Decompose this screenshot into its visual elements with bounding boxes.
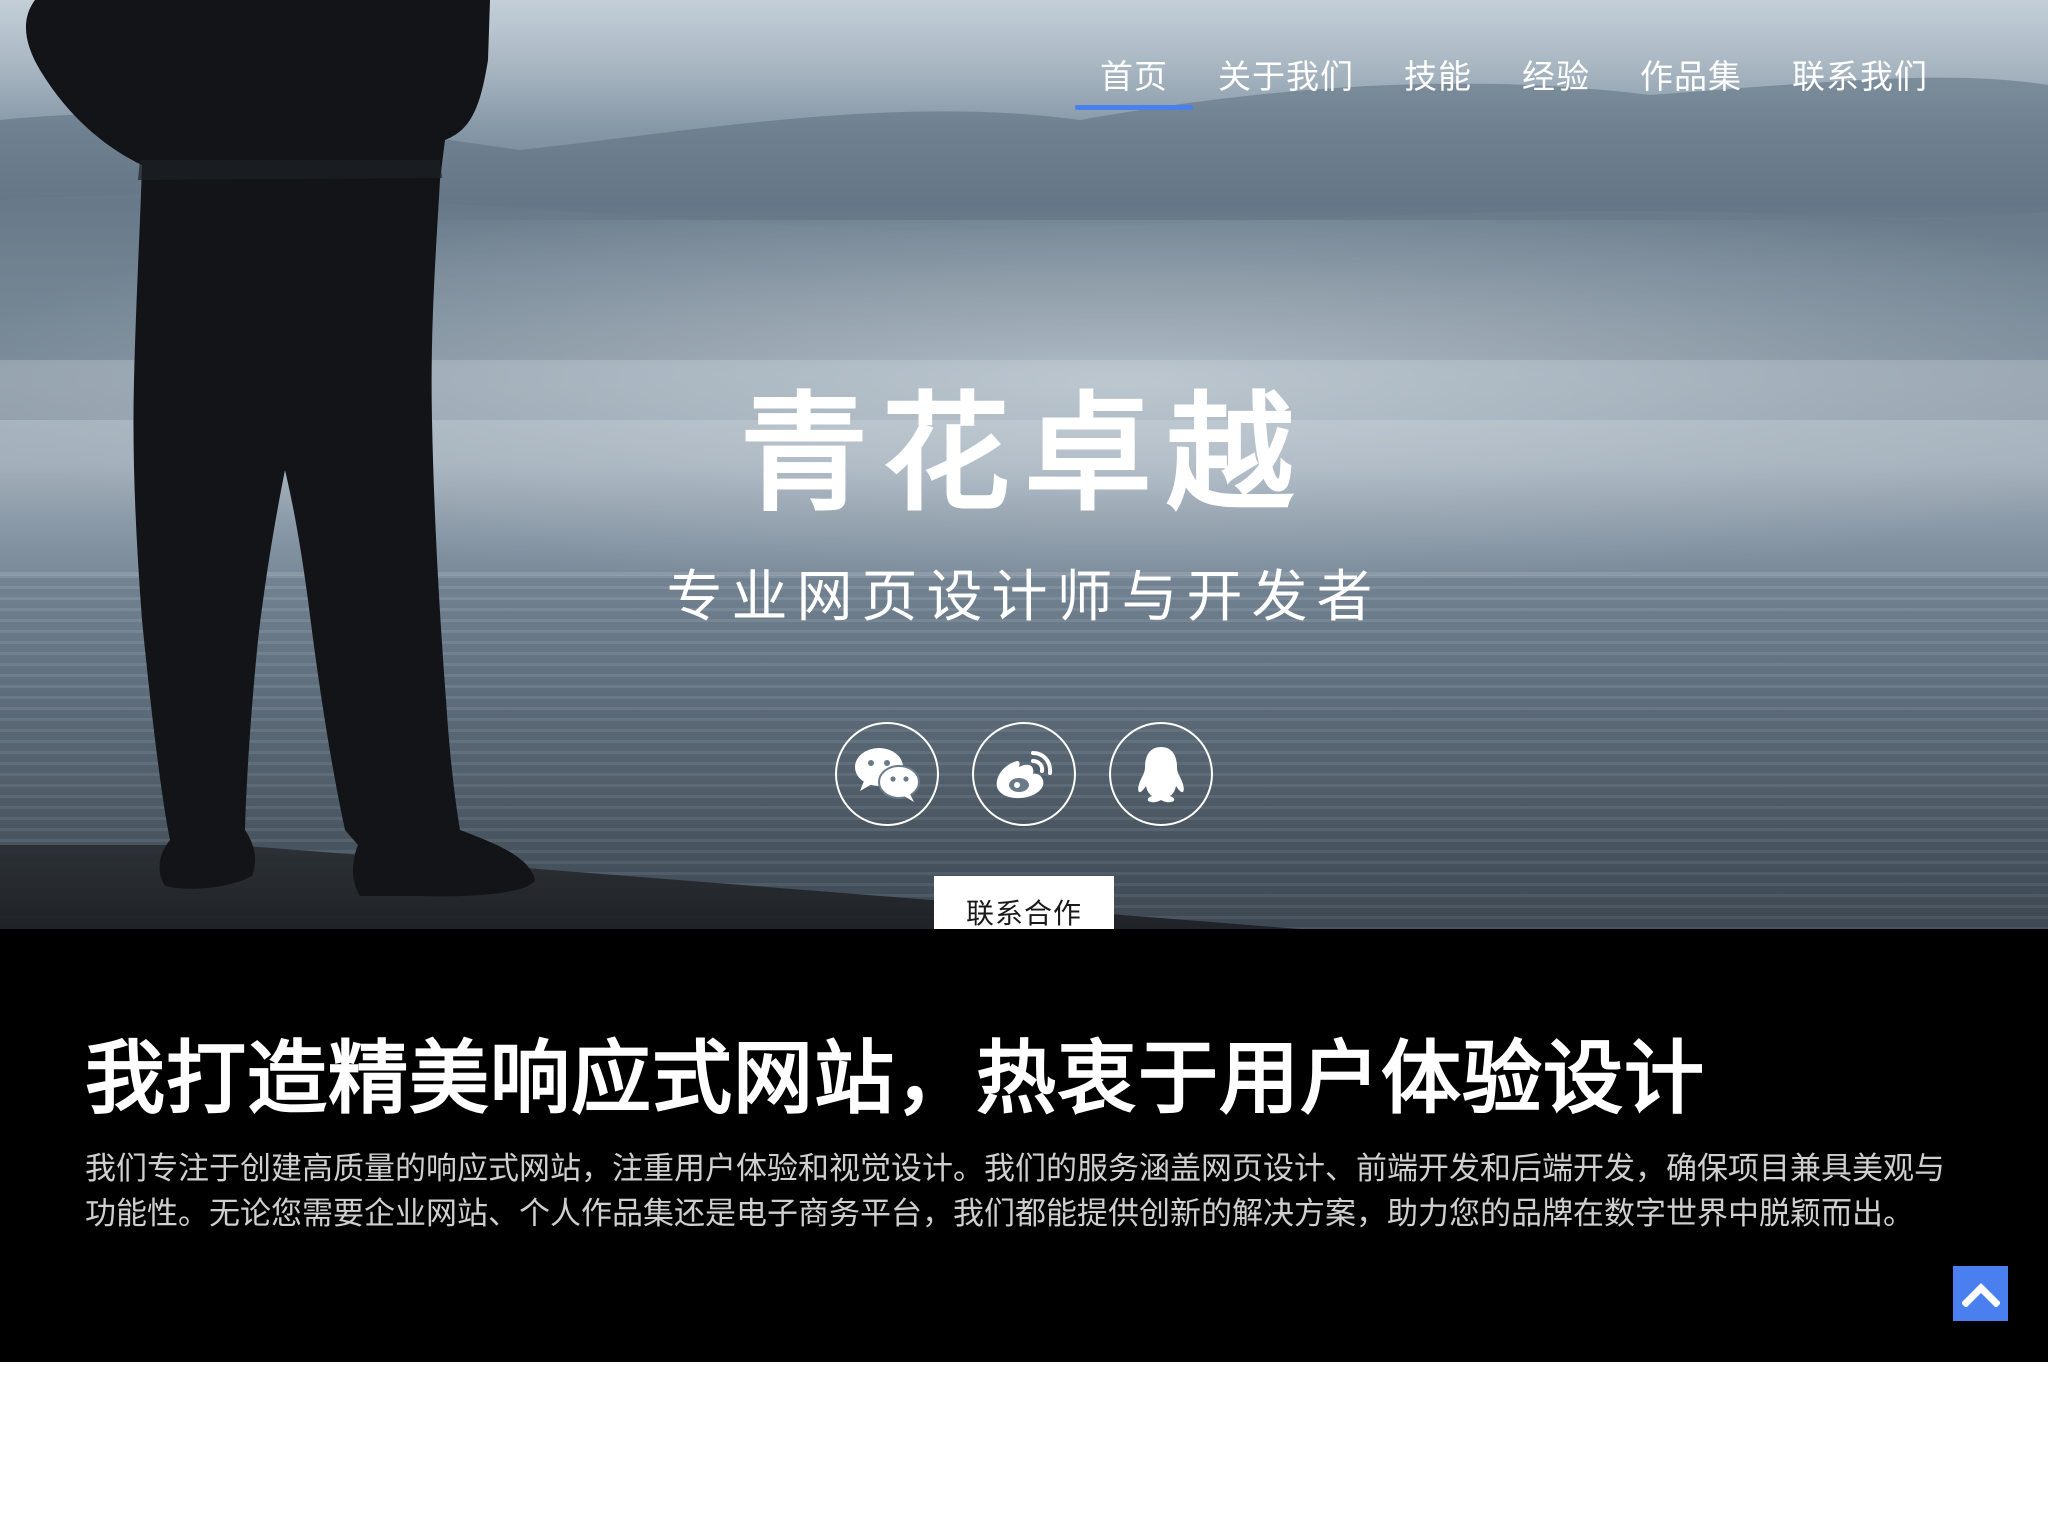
wechat-button[interactable] [835, 722, 939, 826]
intro-heading: 我打造精美响应式网站，热衷于用户体验设计 [85, 1032, 1705, 1125]
hero-title: 青花卓越 [739, 380, 1308, 529]
nav-item-home[interactable]: 首页 [1075, 44, 1193, 110]
nav-item-portfolio[interactable]: 作品集 [1615, 44, 1767, 110]
weibo-icon [996, 751, 1053, 799]
social-links [835, 722, 1213, 826]
contact-cooperation-button[interactable]: 联系合作 [934, 876, 1114, 929]
main-nav: 首页 关于我们 技能 经验 作品集 联系我们 [1075, 44, 1953, 114]
page: 首页 关于我们 技能 经验 作品集 联系我们 青花卓越 专业网页设计师与开发者 [0, 0, 2048, 1536]
weibo-button[interactable] [972, 722, 1076, 826]
wechat-icon [855, 748, 920, 802]
intro-section: 我打造精美响应式网站，热衷于用户体验设计 我们专注于创建高质量的响应式网站，注重… [0, 929, 2048, 1362]
nav-item-contact[interactable]: 联系我们 [1767, 44, 1953, 110]
qq-button[interactable] [1109, 722, 1213, 826]
hero-section: 首页 关于我们 技能 经验 作品集 联系我们 青花卓越 专业网页设计师与开发者 [0, 0, 2048, 929]
nav-item-experience[interactable]: 经验 [1497, 44, 1615, 110]
hero-subtitle: 专业网页设计师与开发者 [666, 565, 1382, 630]
nav-item-skills[interactable]: 技能 [1379, 44, 1497, 110]
qq-icon [1138, 747, 1184, 803]
back-to-top-button[interactable] [1953, 1266, 2008, 1321]
chevron-up-icon [1961, 1282, 2000, 1307]
nav-item-about[interactable]: 关于我们 [1193, 44, 1379, 110]
intro-paragraph: 我们专注于创建高质量的响应式网站，注重用户体验和视觉设计。我们的服务涵盖网页设计… [85, 1151, 1945, 1232]
